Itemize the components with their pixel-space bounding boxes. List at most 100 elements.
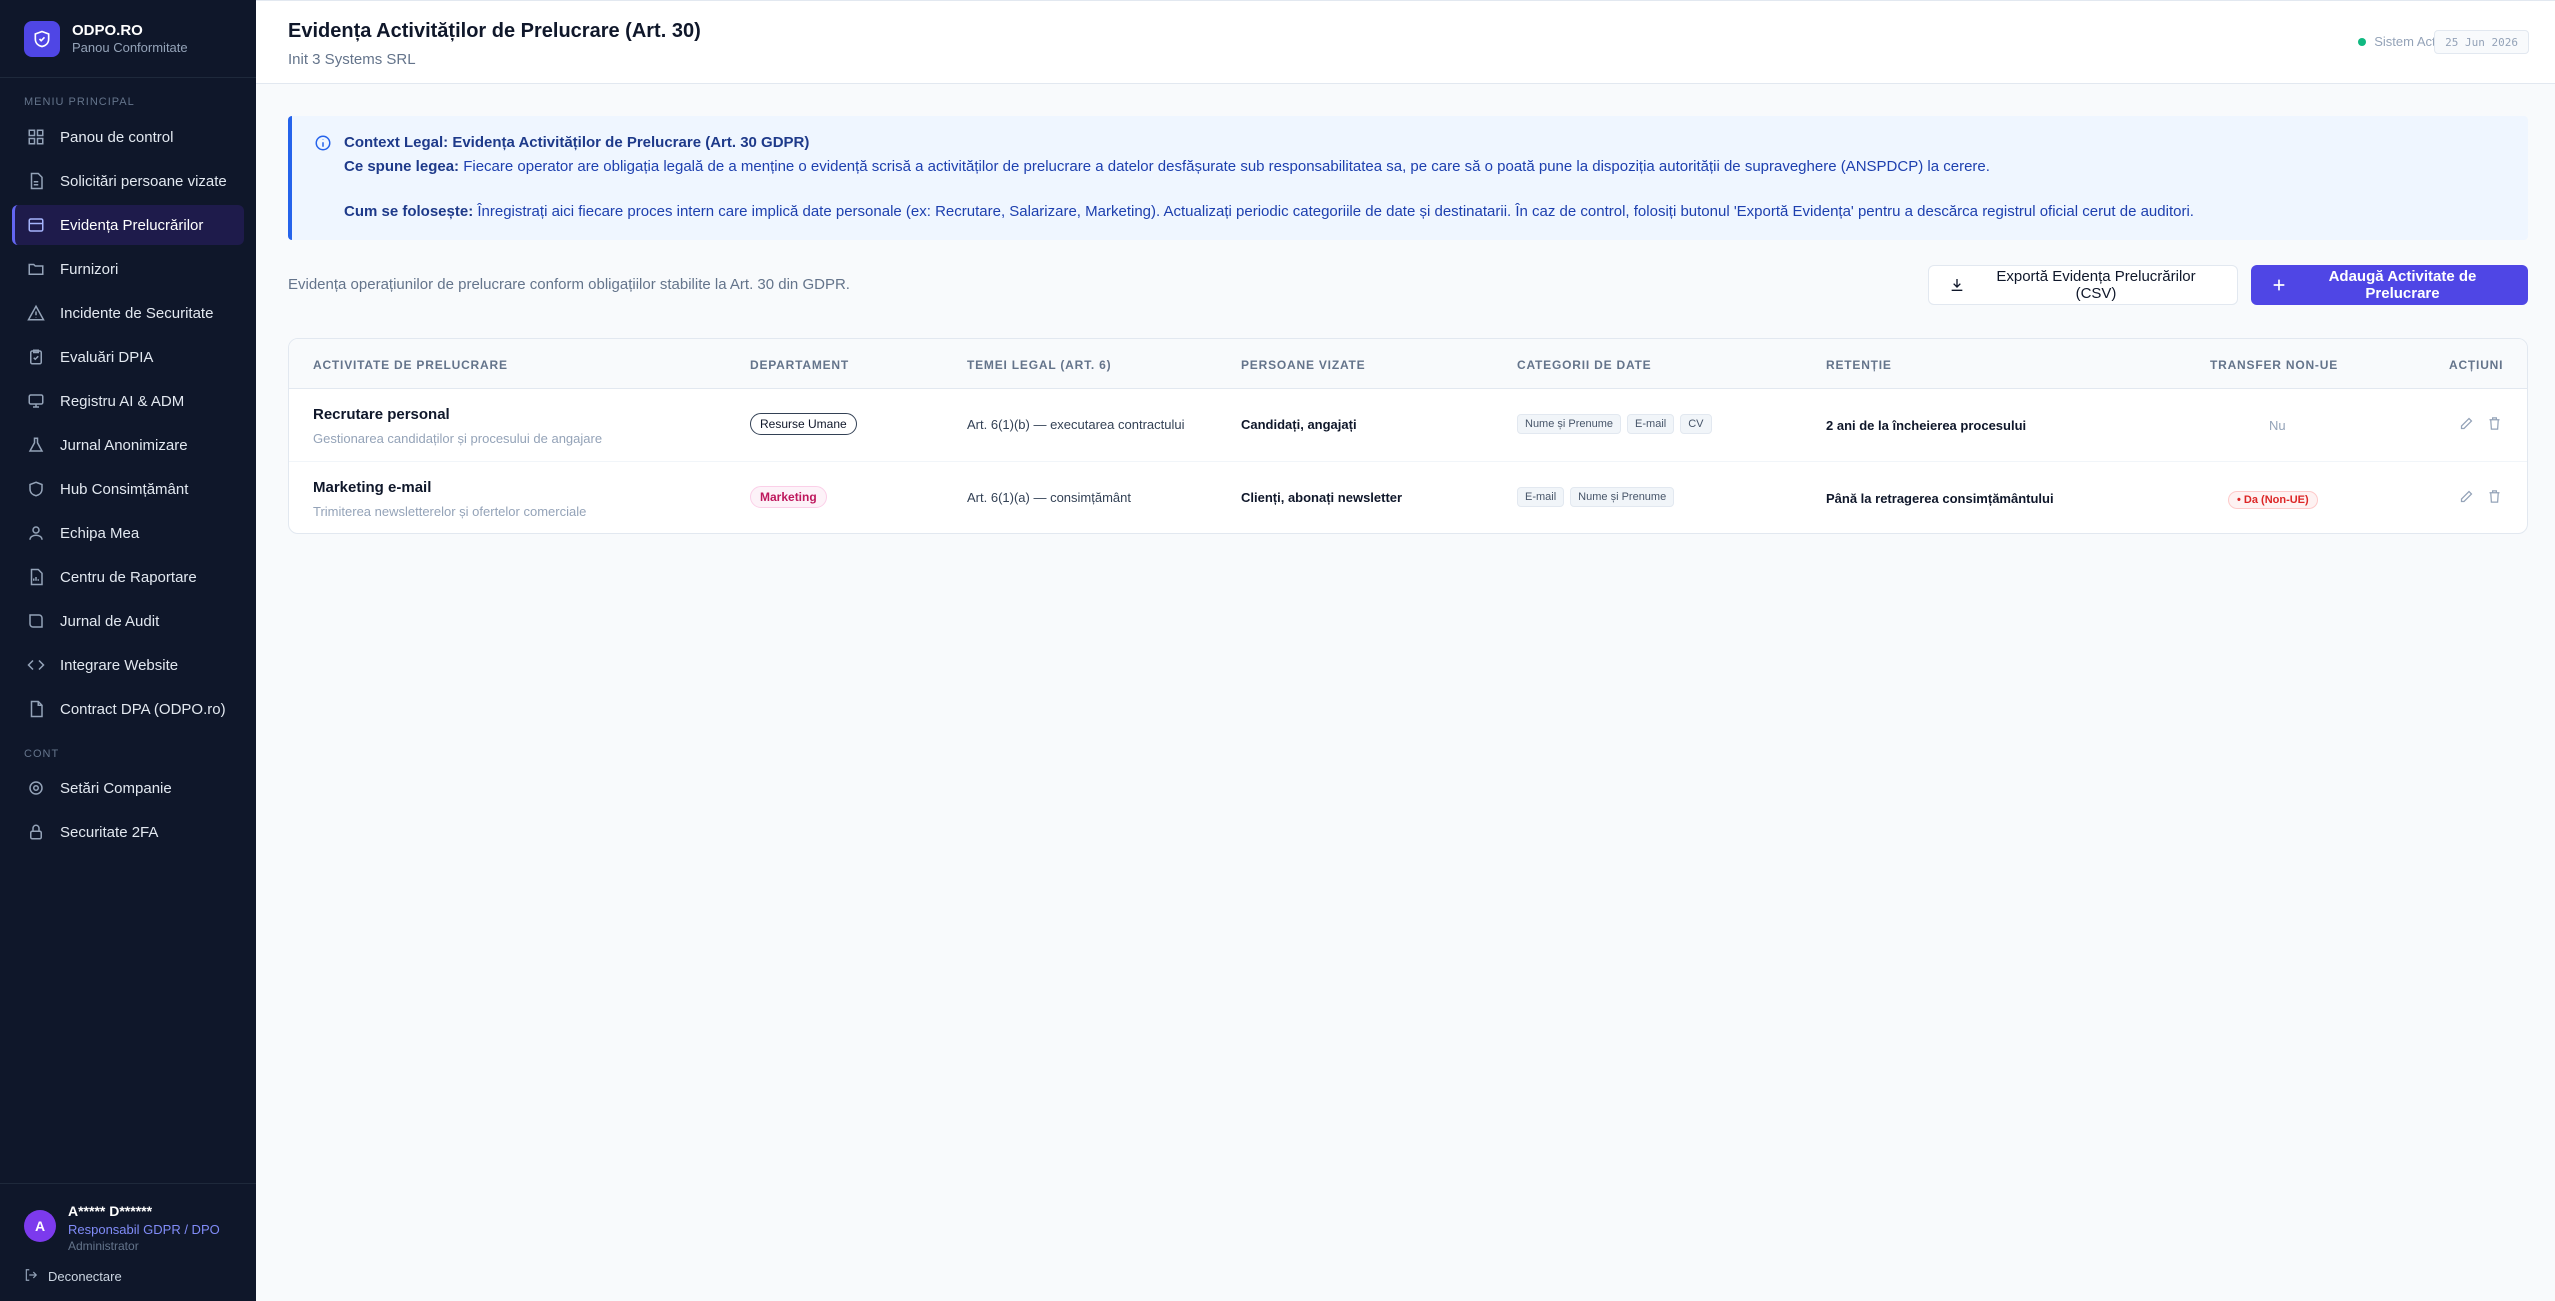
category-tag: E-mail [1627, 414, 1675, 434]
activity-description: Trimiterea newsletterelor și ofertelor c… [313, 504, 587, 519]
sidebar-item-requests[interactable]: Solicitări persoane vizate [12, 161, 244, 201]
document-icon [26, 699, 46, 719]
logout-label: Deconectare [48, 1268, 122, 1284]
sidebar-item-consent-hub[interactable]: Hub Consimțământ [12, 469, 244, 509]
table-header: Activitate de Prelucrare Departament Tem… [289, 339, 2527, 389]
avatar[interactable]: A [24, 1210, 56, 1242]
download-icon [1949, 277, 1965, 293]
database-icon [26, 215, 46, 235]
department-badge: Marketing [750, 486, 827, 508]
user-profile: A A***** D****** Responsabil GDPR / DPO … [0, 1183, 256, 1301]
trash-icon[interactable] [2487, 416, 2503, 432]
law-text: Fiecare operator are obligația legală de… [459, 158, 1990, 175]
info-icon [314, 134, 334, 154]
page-description: Evidența operațiunilor de prelucrare con… [288, 276, 850, 293]
retention-period: Până la retragerea consimțământului [1826, 491, 2054, 506]
export-csv-button[interactable]: Exportă Evidența Prelucrărilor (CSV) [1928, 265, 2238, 305]
sidebar-item-label: Panou de control [60, 128, 174, 146]
column-header: Departament [750, 358, 850, 372]
table-row[interactable]: Recrutare personal Gestionarea candidați… [289, 390, 2527, 462]
sidebar-item-label: Evaluări DPIA [60, 348, 154, 366]
sidebar: ODPO.RO Panou Conformitate Meniu Princip… [0, 0, 256, 1301]
sidebar-item-records[interactable]: Evidența Prelucrărilor [12, 205, 244, 245]
data-subjects: Candidați, angajați [1241, 417, 1357, 432]
column-header: Retenție [1826, 358, 1892, 372]
date-badge: 25 Jun 2026 [2434, 30, 2529, 54]
usage-text: Înregistrați aici fiecare proces intern … [473, 203, 2194, 220]
file-icon [26, 171, 46, 191]
sidebar-item-website-integration[interactable]: Integrare Website [12, 645, 244, 685]
book-icon [26, 611, 46, 631]
sidebar-item-company-settings[interactable]: Setări Companie [12, 768, 244, 808]
sidebar-item-dpia[interactable]: Evaluări DPIA [12, 337, 244, 377]
row-actions [2459, 489, 2503, 505]
logout-icon [24, 1268, 40, 1284]
legal-context-law: Ce spune legea: Fiecare operator are obl… [344, 158, 1990, 175]
dashboard-icon [26, 127, 46, 147]
legal-context-usage: Cum se folosește: Înregistrați aici fiec… [344, 203, 2194, 220]
retention-period: 2 ani de la încheierea procesului [1826, 418, 2027, 433]
sidebar-item-anonymization[interactable]: Jurnal Anonimizare [12, 425, 244, 465]
shield-logo-icon [24, 20, 60, 57]
sidebar-item-audit-log[interactable]: Jurnal de Audit [12, 601, 244, 641]
data-categories: Nume și Prenume E-mail CV [1517, 414, 1712, 434]
legal-context-title: Context Legal: Evidența Activităților de… [344, 134, 810, 151]
monitor-icon [26, 391, 46, 411]
lock-icon [26, 822, 46, 842]
sidebar-item-label: Solicitări persoane vizate [60, 172, 227, 190]
law-label: Ce spune legea: [344, 158, 460, 175]
activity-name: Recrutare personal [313, 406, 450, 423]
category-tag: E-mail [1517, 487, 1565, 507]
user-level: Administrator [68, 1239, 139, 1253]
sidebar-item-label: Integrare Website [60, 656, 179, 674]
sidebar-item-label: Jurnal de Audit [60, 612, 160, 630]
table-row[interactable]: Marketing e-mail Trimiterea newsletterel… [289, 463, 2527, 533]
usage-label: Cum se folosește: [344, 203, 474, 220]
activity-description: Gestionarea candidaților și procesului d… [313, 431, 603, 446]
page-header: Evidența Activităților de Prelucrare (Ar… [256, 0, 2555, 84]
export-button-label: Exportă Evidența Prelucrărilor (CSV) [1996, 268, 2196, 302]
brand-name: ODPO.RO [72, 21, 143, 39]
sidebar-item-team[interactable]: Echipa Mea [12, 513, 244, 553]
sidebar-item-2fa[interactable]: Securitate 2FA [12, 812, 244, 852]
transfer-status: Nu [2269, 418, 2286, 433]
edit-icon[interactable] [2459, 489, 2475, 505]
legal-context-panel: Context Legal: Evidența Activităților de… [288, 116, 2528, 240]
transfer-status-badge: • Da (Non-UE) [2228, 491, 2318, 509]
legal-basis: Art. 6(1)(a) — consimțământ [967, 490, 1131, 505]
warning-icon [26, 303, 46, 323]
sidebar-item-dashboard[interactable]: Panou de control [12, 117, 244, 157]
column-header: Activitate de Prelucrare [313, 358, 508, 372]
user-name: A***** D****** [68, 1203, 153, 1219]
logout-button[interactable]: Deconectare [24, 1268, 122, 1284]
folder-icon [26, 259, 46, 279]
sidebar-item-label: Registru AI & ADM [60, 392, 185, 410]
sidebar-item-incidents[interactable]: Incidente de Securitate [12, 293, 244, 333]
sidebar-item-reporting[interactable]: Centru de Raportare [12, 557, 244, 597]
sidebar-item-dpa-contract[interactable]: Contract DPA (ODPO.ro) [12, 689, 244, 729]
data-categories: E-mail Nume și Prenume [1517, 487, 1675, 507]
category-tag: CV [1680, 414, 1712, 434]
users-icon [26, 523, 46, 543]
clipboard-icon [26, 347, 46, 367]
sidebar-item-label: Hub Consimțământ [60, 480, 189, 498]
company-name: Init 3 Systems SRL [288, 51, 416, 68]
column-header: Acțiuni [2449, 358, 2504, 372]
add-activity-button[interactable]: Adaugă Activitate de Prelucrare [2251, 265, 2528, 305]
sidebar-item-ai-registry[interactable]: Registru AI & ADM [12, 381, 244, 421]
trash-icon[interactable] [2487, 489, 2503, 505]
shield-icon [26, 479, 46, 499]
system-status: Sistem Activ [2358, 34, 2445, 49]
user-role: Responsabil GDPR / DPO [68, 1222, 220, 1237]
brand[interactable]: ODPO.RO Panou Conformitate [0, 0, 256, 78]
page-title: Evidența Activităților de Prelucrare (Ar… [288, 20, 701, 42]
edit-icon[interactable] [2459, 416, 2475, 432]
sidebar-item-label: Securitate 2FA [60, 823, 159, 841]
flask-icon [26, 435, 46, 455]
sidebar-item-label: Incidente de Securitate [60, 304, 214, 322]
sidebar-item-label: Contract DPA (ODPO.ro) [60, 700, 226, 718]
sidebar-item-vendors[interactable]: Furnizori [12, 249, 244, 289]
column-header: Transfer Non-UE [2210, 358, 2338, 372]
plus-icon [2271, 277, 2287, 293]
sidebar-item-label: Setări Companie [60, 779, 172, 797]
